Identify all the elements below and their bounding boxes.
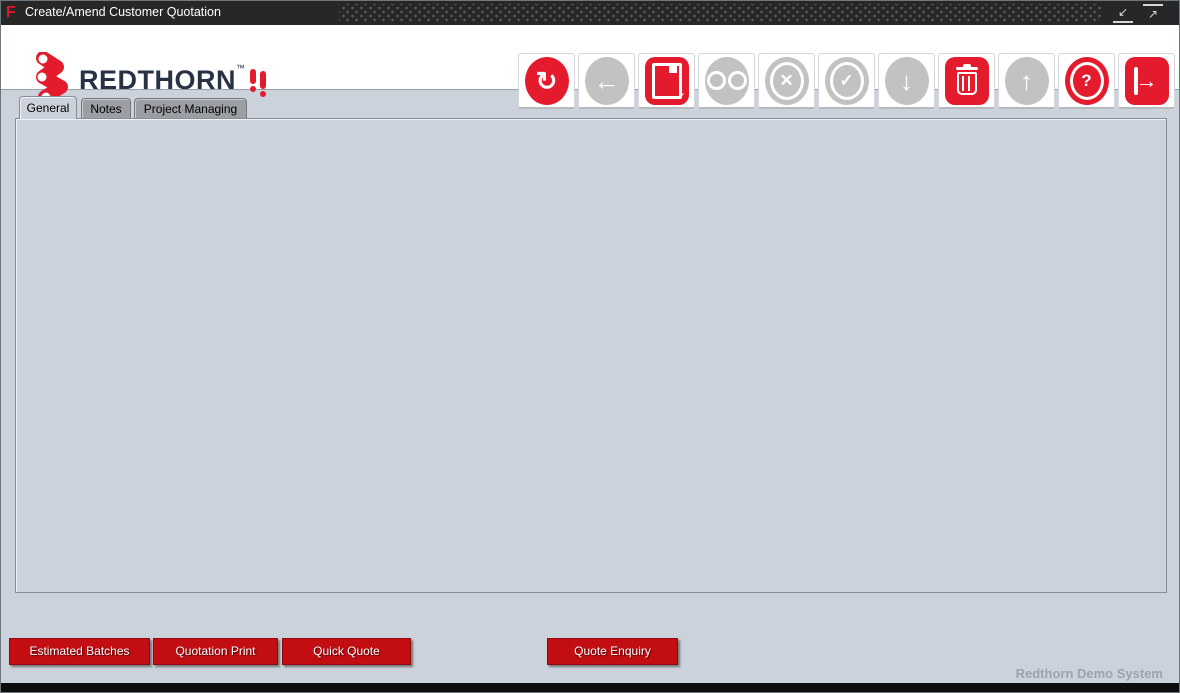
down-arrow-icon: ↓ <box>885 57 929 105</box>
back-button[interactable]: ← <box>578 53 635 109</box>
application-window: F Create/Amend Customer Quotation ↙ ↗ RE… <box>0 0 1180 693</box>
delete-button[interactable] <box>938 53 995 109</box>
logo-bang2-dot-icon <box>260 91 266 97</box>
check-icon: ✓ <box>825 57 869 105</box>
logo-bang-icon <box>250 69 256 84</box>
quote-enquiry-button[interactable]: Quote Enquiry <box>547 638 678 665</box>
toolbar-buttons: ↻ ← ↓ ✕ ✓ ↓ <box>518 53 1175 109</box>
tab-general[interactable]: General <box>19 96 77 119</box>
tab-notes[interactable]: Notes <box>81 98 131 119</box>
maximize-window-icon[interactable]: ↗ <box>1143 4 1163 23</box>
restore-window-icon[interactable]: ↙ <box>1113 4 1133 23</box>
forms-app-icon: F <box>6 4 16 22</box>
title-bar: F Create/Amend Customer Quotation ↙ ↗ <box>1 1 1179 25</box>
help-icon: ? <box>1065 57 1109 105</box>
back-arrow-icon: ← <box>585 57 629 105</box>
find-button[interactable] <box>698 53 755 109</box>
trash-icon <box>945 57 989 105</box>
general-tab-panel <box>15 118 1167 593</box>
up-arrow-icon: ↑ <box>1005 57 1049 105</box>
save-icon: ↓ <box>645 57 689 105</box>
quick-quote-button[interactable]: Quick Quote <box>282 638 411 665</box>
logo-bang2-icon <box>260 71 266 89</box>
titlebar-texture <box>339 4 1101 22</box>
cancel-button[interactable]: ✕ <box>758 53 815 109</box>
exit-icon: → <box>1125 57 1169 105</box>
exit-button[interactable]: → <box>1118 53 1175 109</box>
quotation-print-button[interactable]: Quotation Print <box>153 638 278 665</box>
help-button[interactable]: ? <box>1058 53 1115 109</box>
tab-project-managing[interactable]: Project Managing <box>134 98 247 119</box>
estimated-batches-button[interactable]: Estimated Batches <box>9 638 150 665</box>
logo-wordmark: REDTHORN <box>79 65 236 96</box>
logo-trademark: ™ <box>236 63 245 73</box>
cancel-icon: ✕ <box>765 57 809 105</box>
refresh-icon: ↻ <box>525 57 569 105</box>
scroll-down-button[interactable]: ↓ <box>878 53 935 109</box>
scroll-up-button[interactable]: ↑ <box>998 53 1055 109</box>
refresh-button[interactable]: ↻ <box>518 53 575 109</box>
approve-button[interactable]: ✓ <box>818 53 875 109</box>
save-button[interactable]: ↓ <box>638 53 695 109</box>
demo-system-watermark: Redthorn Demo System <box>1016 666 1163 681</box>
binoculars-icon <box>705 57 749 105</box>
toolbar: REDTHORN™ ↻ ← ↓ <box>1 25 1179 90</box>
logo-bang-dot-icon <box>250 86 256 92</box>
window-title: Create/Amend Customer Quotation <box>25 5 221 19</box>
window-bottom-bar <box>1 683 1179 692</box>
